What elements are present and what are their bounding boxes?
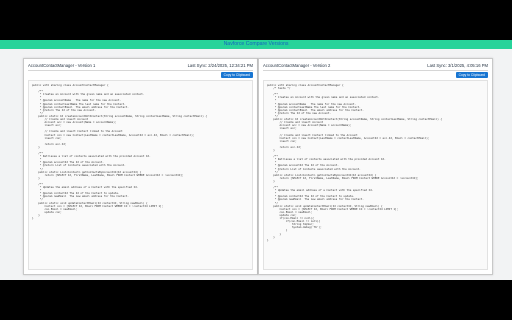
copy-to-clipboard-button[interactable]: Copy to Clipboard — [455, 72, 488, 78]
code-content: public with sharing class AccountContact… — [267, 84, 442, 242]
compare-versions-app: Navforce Compare Versions AccountContact… — [0, 40, 512, 280]
panel-header: AccountContactManager - Version 2 Last S… — [263, 62, 488, 70]
last-sync-label: Last Sync: 2/24/2025, 12:34:21 PM — [187, 63, 253, 68]
code-viewer[interactable]: public with sharing class AccountContact… — [28, 80, 253, 270]
copy-to-clipboard-button[interactable]: Copy to Clipboard — [220, 72, 253, 78]
version-panel-2: AccountContactManager - Version 2 Last S… — [258, 58, 493, 275]
panel-title: AccountContactManager - Version 1 — [28, 63, 96, 68]
divider — [263, 70, 488, 71]
app-title: Navforce Compare Versions — [0, 40, 512, 49]
panel-header: AccountContactManager - Version 1 Last S… — [28, 62, 253, 70]
version-panel-1: AccountContactManager - Version 1 Last S… — [23, 58, 258, 275]
last-sync-label: Last Sync: 3/1/2025, 4:05:16 PM — [427, 63, 488, 68]
panel-title: AccountContactManager - Version 2 — [263, 63, 331, 68]
divider — [28, 70, 253, 71]
code-content: public with sharing class AccountContact… — [32, 84, 207, 221]
code-viewer[interactable]: public with sharing class AccountContact… — [263, 80, 488, 270]
